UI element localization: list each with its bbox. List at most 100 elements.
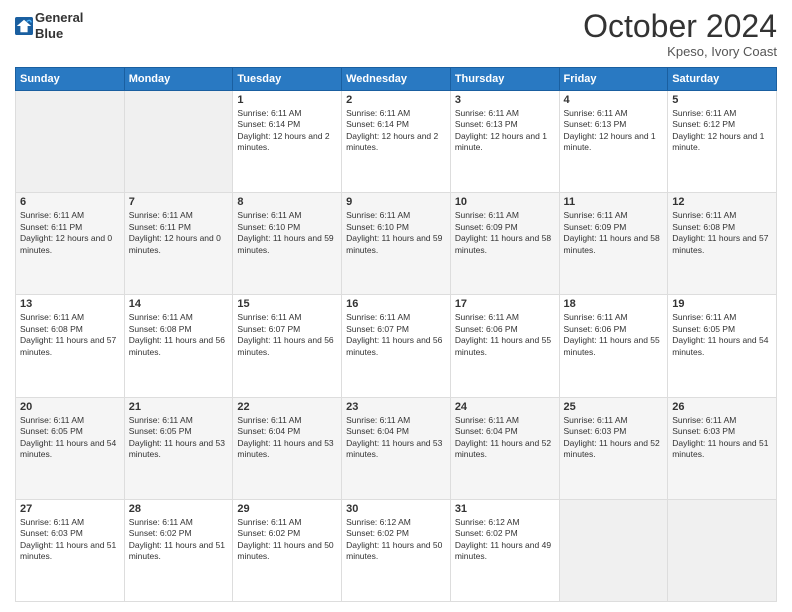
calendar-cell: 18Sunrise: 6:11 AMSunset: 6:06 PMDayligh… xyxy=(559,295,668,397)
cell-text: Sunrise: 6:11 AMSunset: 6:06 PMDaylight:… xyxy=(564,312,664,358)
calendar-cell: 24Sunrise: 6:11 AMSunset: 6:04 PMDayligh… xyxy=(450,397,559,499)
calendar-cell: 12 Sunrise: 6:11 AMSunset: 6:08 PMDayligh… xyxy=(668,193,777,295)
cell-text: Sunrise: 6:11 AMSunset: 6:04 PMDaylight:… xyxy=(237,415,337,461)
cell-text: Sunrise: 6:11 AMSunset: 6:06 PMDaylight:… xyxy=(455,312,555,358)
calendar-cell: 31 Sunrise: 6:12 AMSunset: 6:02 PMDayligh… xyxy=(450,499,559,601)
calendar-cell: 25Sunrise: 6:11 AMSunset: 6:03 PMDayligh… xyxy=(559,397,668,499)
day-number: 25 xyxy=(564,401,664,413)
day-number: 29 xyxy=(237,503,337,515)
weekday-header-row: SundayMondayTuesdayWednesdayThursdayFrid… xyxy=(16,68,777,91)
cell-text: Sunrise: 6:11 AMSunset: 6:04 PMDaylight:… xyxy=(455,415,555,461)
weekday-header-wednesday: Wednesday xyxy=(342,68,451,91)
cell-text: Sunrise: 6:11 AMSunset: 6:08 PMDaylight:… xyxy=(20,312,120,358)
calendar-cell: 16 Sunrise: 6:11 AMSunset: 6:07 PMDayligh… xyxy=(342,295,451,397)
logo: General Blue xyxy=(15,10,83,41)
calendar-cell: 6 Sunrise: 6:11 AMSunset: 6:11 PMDaylight… xyxy=(16,193,125,295)
calendar-week-4: 20Sunrise: 6:11 AMSunset: 6:05 PMDayligh… xyxy=(16,397,777,499)
calendar-cell: 22 Sunrise: 6:11 AMSunset: 6:04 PMDayligh… xyxy=(233,397,342,499)
calendar-week-3: 13 Sunrise: 6:11 AMSunset: 6:08 PMDayligh… xyxy=(16,295,777,397)
day-number: 12 xyxy=(672,196,772,208)
day-number: 6 xyxy=(20,196,120,208)
day-number: 21 xyxy=(129,401,229,413)
header: General Blue October 2024 Kpeso, Ivory C… xyxy=(15,10,777,59)
day-number: 27 xyxy=(20,503,120,515)
cell-text: Sunrise: 6:12 AMSunset: 6:02 PMDaylight:… xyxy=(455,517,555,563)
day-number: 16 xyxy=(346,298,446,310)
calendar-cell: 10Sunrise: 6:11 AMSunset: 6:09 PMDayligh… xyxy=(450,193,559,295)
calendar-cell: 13 Sunrise: 6:11 AMSunset: 6:08 PMDayligh… xyxy=(16,295,125,397)
cell-text: Sunrise: 6:11 AMSunset: 6:07 PMDaylight:… xyxy=(346,312,446,358)
calendar-cell: 4 Sunrise: 6:11 AMSunset: 6:13 PMDaylight… xyxy=(559,91,668,193)
weekday-header-sunday: Sunday xyxy=(16,68,125,91)
calendar-cell: 23 Sunrise: 6:11 AMSunset: 6:04 PMDayligh… xyxy=(342,397,451,499)
location: Kpeso, Ivory Coast xyxy=(583,44,777,59)
cell-text: Sunrise: 6:11 AMSunset: 6:08 PMDaylight:… xyxy=(672,210,772,256)
weekday-header-tuesday: Tuesday xyxy=(233,68,342,91)
cell-text: Sunrise: 6:11 AMSunset: 6:11 PMDaylight:… xyxy=(20,210,120,256)
weekday-header-friday: Friday xyxy=(559,68,668,91)
calendar-cell: 21Sunrise: 6:11 AMSunset: 6:05 PMDayligh… xyxy=(124,397,233,499)
calendar-cell: 7 Sunrise: 6:11 AMSunset: 6:11 PMDaylight… xyxy=(124,193,233,295)
cell-text: Sunrise: 6:11 AMSunset: 6:07 PMDaylight:… xyxy=(237,312,337,358)
calendar-cell: 28 Sunrise: 6:11 AMSunset: 6:02 PMDayligh… xyxy=(124,499,233,601)
logo-text: General Blue xyxy=(35,10,83,41)
day-number: 7 xyxy=(129,196,229,208)
day-number: 26 xyxy=(672,401,772,413)
day-number: 19 xyxy=(672,298,772,310)
calendar-week-5: 27Sunrise: 6:11 AMSunset: 6:03 PMDayligh… xyxy=(16,499,777,601)
cell-text: Sunrise: 6:11 AMSunset: 6:12 PMDaylight:… xyxy=(672,108,772,154)
cell-text: Sunrise: 6:11 AMSunset: 6:04 PMDaylight:… xyxy=(346,415,446,461)
calendar-cell: 1 Sunrise: 6:11 AMSunset: 6:14 PMDaylight… xyxy=(233,91,342,193)
cell-text: Sunrise: 6:11 AMSunset: 6:05 PMDaylight:… xyxy=(672,312,772,358)
cell-text: Sunrise: 6:11 AMSunset: 6:11 PMDaylight:… xyxy=(129,210,229,256)
day-number: 22 xyxy=(237,401,337,413)
calendar-table: SundayMondayTuesdayWednesdayThursdayFrid… xyxy=(15,67,777,602)
calendar-cell: 19 Sunrise: 6:11 AMSunset: 6:05 PMDayligh… xyxy=(668,295,777,397)
day-number: 5 xyxy=(672,94,772,106)
day-number: 14 xyxy=(129,298,229,310)
cell-text: Sunrise: 6:11 AMSunset: 6:13 PMDaylight:… xyxy=(455,108,555,154)
day-number: 11 xyxy=(564,196,664,208)
calendar-cell: 2 Sunrise: 6:11 AMSunset: 6:14 PMDaylight… xyxy=(342,91,451,193)
day-number: 31 xyxy=(455,503,555,515)
day-number: 30 xyxy=(346,503,446,515)
cell-text: Sunrise: 6:11 AMSunset: 6:09 PMDaylight:… xyxy=(455,210,555,256)
page: General Blue October 2024 Kpeso, Ivory C… xyxy=(0,0,792,612)
calendar-cell xyxy=(124,91,233,193)
calendar-cell xyxy=(668,499,777,601)
calendar-cell: 20Sunrise: 6:11 AMSunset: 6:05 PMDayligh… xyxy=(16,397,125,499)
calendar-cell: 9Sunrise: 6:11 AMSunset: 6:10 PMDaylight… xyxy=(342,193,451,295)
logo-icon xyxy=(15,17,33,35)
cell-text: Sunrise: 6:11 AMSunset: 6:02 PMDaylight:… xyxy=(129,517,229,563)
calendar-cell: 29 Sunrise: 6:11 AMSunset: 6:02 PMDayligh… xyxy=(233,499,342,601)
calendar-cell: 8Sunrise: 6:11 AMSunset: 6:10 PMDaylight… xyxy=(233,193,342,295)
calendar-cell: 14Sunrise: 6:11 AMSunset: 6:08 PMDayligh… xyxy=(124,295,233,397)
day-number: 23 xyxy=(346,401,446,413)
day-number: 4 xyxy=(564,94,664,106)
day-number: 28 xyxy=(129,503,229,515)
calendar-cell: 27Sunrise: 6:11 AMSunset: 6:03 PMDayligh… xyxy=(16,499,125,601)
cell-text: Sunrise: 6:12 AMSunset: 6:02 PMDaylight:… xyxy=(346,517,446,563)
day-number: 17 xyxy=(455,298,555,310)
calendar-cell: 3 Sunrise: 6:11 AMSunset: 6:13 PMDaylight… xyxy=(450,91,559,193)
title-area: October 2024 Kpeso, Ivory Coast xyxy=(583,10,777,59)
day-number: 1 xyxy=(237,94,337,106)
calendar-week-2: 6 Sunrise: 6:11 AMSunset: 6:11 PMDaylight… xyxy=(16,193,777,295)
day-number: 13 xyxy=(20,298,120,310)
day-number: 20 xyxy=(20,401,120,413)
month-title: October 2024 xyxy=(583,10,777,42)
day-number: 3 xyxy=(455,94,555,106)
calendar-cell: 5 Sunrise: 6:11 AMSunset: 6:12 PMDaylight… xyxy=(668,91,777,193)
cell-text: Sunrise: 6:11 AMSunset: 6:13 PMDaylight:… xyxy=(564,108,664,154)
calendar-week-1: 1 Sunrise: 6:11 AMSunset: 6:14 PMDaylight… xyxy=(16,91,777,193)
cell-text: Sunrise: 6:11 AMSunset: 6:02 PMDaylight:… xyxy=(237,517,337,563)
day-number: 2 xyxy=(346,94,446,106)
cell-text: Sunrise: 6:11 AMSunset: 6:10 PMDaylight:… xyxy=(237,210,337,256)
cell-text: Sunrise: 6:11 AMSunset: 6:14 PMDaylight:… xyxy=(237,108,337,154)
cell-text: Sunrise: 6:11 AMSunset: 6:14 PMDaylight:… xyxy=(346,108,446,154)
weekday-header-monday: Monday xyxy=(124,68,233,91)
day-number: 9 xyxy=(346,196,446,208)
weekday-header-thursday: Thursday xyxy=(450,68,559,91)
calendar-cell: 17 Sunrise: 6:11 AMSunset: 6:06 PMDayligh… xyxy=(450,295,559,397)
cell-text: Sunrise: 6:11 AMSunset: 6:09 PMDaylight:… xyxy=(564,210,664,256)
